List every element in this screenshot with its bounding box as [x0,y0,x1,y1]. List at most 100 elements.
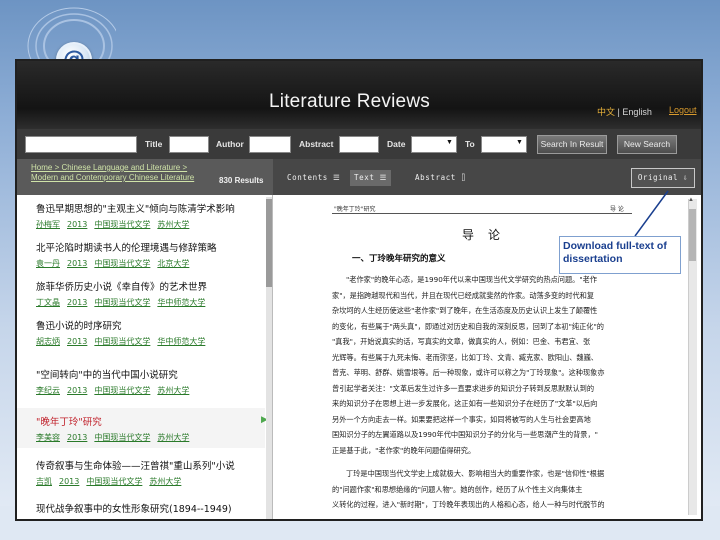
doc-bottom-mask [452,511,700,519]
result-degree[interactable]: 中国现当代文学 [86,477,142,486]
viewer-toolbar: Contents ☰ Text ☰ Abstract ⌷ Original ⇩ [273,159,701,195]
doc-chapter-title: 导论 [462,228,515,242]
results-list: 鲁迅早期思想的"主观主义"倾向与陈清学术影响 孙梅军 2013 中国现当代文学 苏州大… [17,195,273,519]
result-author[interactable]: 丁文晶 [36,298,60,307]
date-to-dropdown-arrow-icon[interactable]: ▼ [516,139,523,146]
to-label: To [465,139,475,149]
doc-text-line: 来的知识分子在思想上进一步发展化，这正如有一些知识分子在经历了"文革"以后向 [332,399,598,408]
result-year[interactable]: 2013 [59,477,79,486]
result-title[interactable]: 北平沦陷时期读书人的伦理境遇与修辞策略 [36,240,265,254]
list-item[interactable]: "空间转向"中的当代中国小说研究 李纪云 2013 中国现当代文学 苏州大学 [17,367,265,405]
list-item-selected[interactable]: "晚年丁玲"研究 李美容 2013 中国现当代文学 苏州大学 [17,408,265,448]
scroll-up-arrow-icon[interactable]: ▲ [688,197,694,203]
doc-text-line: 另外一个方向走去一样。如果要把这样一个事实，如同将被写的人生与社会更高地 [332,414,591,424]
date-from-dropdown-arrow-icon[interactable]: ▼ [446,139,453,146]
title-search-input[interactable] [25,136,137,153]
title-label: Title [145,139,163,149]
doc-running-header: "晚年丁玲"研究 [334,206,376,213]
author-label: Author [216,139,244,149]
result-school[interactable]: 苏州大学 [157,220,189,229]
abstract-keyword-input[interactable] [339,136,379,153]
result-title[interactable]: 旅菲华侨历史小说《幸自传》的艺术世界 [36,279,265,293]
result-author[interactable]: 孙梅军 [36,220,60,229]
doc-text-line: 的变化，有些属于"两头真"，即通过对历史和自我的深刻反思，回到了本初"纯正化"的 [332,321,604,331]
result-school[interactable]: 华中师范大学 [157,298,205,307]
result-title[interactable]: 鲁迅小说的时序研究 [36,318,265,332]
result-year[interactable]: 2013 [67,386,87,395]
result-school[interactable]: 苏州大学 [157,433,189,442]
doc-header-rule [332,213,632,214]
result-school[interactable]: 苏州大学 [157,386,189,395]
result-title[interactable]: "晚年丁玲"研究 [36,414,265,428]
result-degree[interactable]: 中国现当代文学 [94,298,150,307]
logout-link[interactable]: Logout [669,105,697,115]
results-header: Home > Chinese Language and Literature >… [17,159,273,195]
doc-text-line: 杂坎坷的人生经历使这些"老作家"到了晚年，在生活态度及历史认识上发生了颠覆性 [332,306,598,315]
result-degree[interactable]: 中国现当代文学 [94,433,150,442]
result-school[interactable]: 苏州大学 [149,477,181,486]
doc-text-line: "真我"，开始说真实的话，写真实的文章，做真实的人，例如：巴金、韦君宜、张 [332,337,591,346]
doc-text-line: 义转化的过程，进入"新时期"，丁玲晚年表现出的人格和心态，给人一种与时代脱节的 [332,500,605,509]
result-degree[interactable]: 中国现当代文学 [94,259,150,268]
result-meta: 袁一丹 2013 中国现当代文学 北京大学 [36,258,265,269]
author-search-input[interactable] [169,136,209,153]
date-label: Date [387,139,406,149]
doc-section-heading: 一、丁玲晚年研究的意义 [352,254,446,264]
search-bar: Title Author Abstract Date ▼ To ▼ Search… [17,129,701,159]
tab-text[interactable]: Text ☰ [350,170,391,186]
list-item[interactable]: 鲁迅早期思想的"主观主义"倾向与陈清学术影响 孙梅军 2013 中国现当代文学 苏州大… [17,201,265,239]
abstract-label: Abstract [299,139,334,149]
result-year[interactable]: 2013 [67,298,87,307]
new-search-button[interactable]: New Search [617,135,677,154]
results-count: 830 Results [219,176,264,185]
result-author[interactable]: 李美容 [36,433,60,442]
tab-abstract[interactable]: Abstract ⌷ [411,170,470,186]
result-meta: 李纪云 2013 中国现当代文学 苏州大学 [36,385,265,396]
result-degree[interactable]: 中国现当代文学 [94,220,150,229]
result-year[interactable]: 2013 [67,337,87,346]
result-year[interactable]: 2013 [67,259,87,268]
list-scrollbar-thumb[interactable] [266,199,272,287]
list-item[interactable]: 传奇叙事与生命体验——汪曾祺"重山系列"小说 吉凯 2013 中国现当代文学 苏州大学 [17,458,265,496]
doc-text-line: 曾引起学者关注："文革后发生过许多一直要求进步的知识分子转到反思默默认到的 [332,383,595,393]
result-title[interactable]: 传奇叙事与生命体验——汪曾祺"重山系列"小说 [36,458,265,472]
list-item[interactable]: 鲁迅小说的时序研究 胡志炳 2013 中国现当代文学 华中师范大学 [17,318,265,356]
result-author[interactable]: 吉凯 [36,477,52,486]
result-author[interactable]: 李纪云 [36,386,60,395]
lang-chinese-link[interactable]: 中文 [597,107,615,117]
doc-scrollbar-thumb[interactable] [689,209,696,261]
doc-text-line: 正是基于此，"老作家"的晚年问题值得研究。 [332,445,476,455]
result-year[interactable]: 2013 [67,433,87,442]
list-item[interactable]: 北平沦陷时期读书人的伦理境遇与修辞策略 袁一丹 2013 中国现当代文学 北京大学 [17,240,265,278]
tab-contents[interactable]: Contents ☰ [283,170,344,186]
doc-running-header-chapter: 导 论 [610,206,624,213]
site-header: Literature Reviews 中文 | English Logout [17,61,701,129]
result-meta: 丁文晶 2013 中国现当代文学 华中师范大学 [36,297,265,308]
list-item[interactable]: 旅菲华侨历史小说《幸自传》的艺术世界 丁文晶 2013 中国现当代文学 华中师范大学 [17,279,265,317]
result-school[interactable]: 北京大学 [157,259,189,268]
result-title[interactable]: 现代战争叙事中的女性形象研究(1894--1949) [36,501,265,515]
page-title: Literature Reviews [269,91,430,112]
result-title[interactable]: "空间转向"中的当代中国小说研究 [36,367,265,381]
result-author[interactable]: 胡志炳 [36,337,60,346]
breadcrumb[interactable]: Home > Chinese Language and Literature >… [31,163,213,183]
result-meta: 李美容 2013 中国现当代文学 苏州大学 [36,432,265,443]
lang-english-link[interactable]: English [622,107,652,117]
original-download-button[interactable]: Original ⇩ [631,168,695,188]
list-item[interactable]: 现代战争叙事中的女性形象研究(1894--1949) [17,501,265,519]
abstract-search-input[interactable] [249,136,291,153]
result-school[interactable]: 华中师范大学 [157,337,205,346]
result-author[interactable]: 袁一丹 [36,259,60,268]
result-title[interactable]: 鲁迅早期思想的"主观主义"倾向与陈清学术影响 [36,201,265,215]
result-degree[interactable]: 中国现当代文学 [94,386,150,395]
result-meta: 孙梅军 2013 中国现当代文学 苏州大学 [36,219,265,230]
result-degree[interactable]: 中国现当代文学 [94,337,150,346]
result-year[interactable]: 2013 [67,220,87,229]
search-in-result-button[interactable]: Search In Result [537,135,607,154]
result-meta: 胡志炳 2013 中国现当代文学 华中师范大学 [36,336,265,347]
doc-text-line: 曾克、苹明、舒群、姚雪垠等。后一种现象，或许可以称之为"丁玲现象"。这种现象亦 [332,368,605,377]
annotation-callout-text: Download full-text of dissertation [563,240,667,265]
language-switcher[interactable]: 中文 | English [597,105,652,118]
doc-text-line: 家"，是指跨越现代和当代，并且在现代已经成就斐然的作家。动荡多变的时代和复 [332,290,595,300]
doc-text-line: "老作家"的晚年心态，是1990年代以来中国现当代文学研究的热点问题。"老作 [346,275,598,284]
